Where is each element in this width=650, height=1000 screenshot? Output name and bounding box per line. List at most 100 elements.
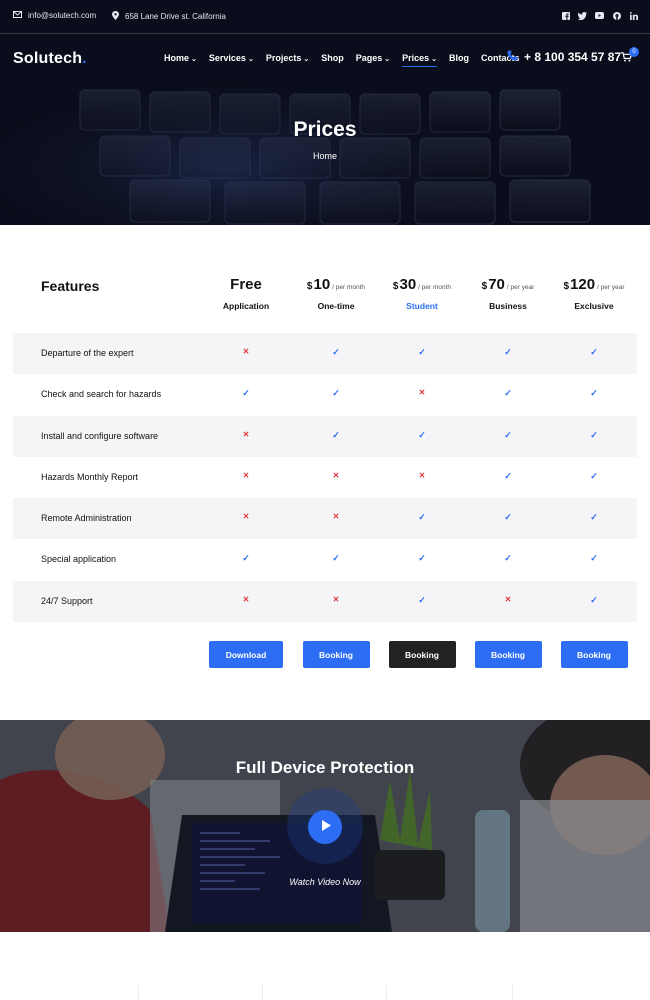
price-amount: 70 <box>488 276 505 293</box>
check-icon: ✓ <box>242 553 250 564</box>
youtube-icon[interactable] <box>595 11 604 20</box>
linkedin-icon[interactable] <box>629 11 638 20</box>
play-video-button[interactable] <box>308 810 342 844</box>
cross-icon: ✕ <box>332 512 340 522</box>
feature-row: Remote Administration ✕ ✕ ✓ ✓ ✓ <box>13 498 637 540</box>
nav-item-prices[interactable]: Prices ⌄ <box>402 53 437 67</box>
phone-number: + 8 100 354 57 87 <box>524 50 622 64</box>
price-period: / per year <box>506 284 535 291</box>
check-icon: ✓ <box>418 594 426 605</box>
feature-row: Hazards Monthly Report ✕ ✕ ✕ ✓ ✓ <box>13 457 637 498</box>
price-period: / per year <box>597 284 625 291</box>
check-icon: ✓ <box>418 553 426 564</box>
site-logo[interactable]: Solutech. <box>13 50 87 68</box>
cross-icon: ✕ <box>332 470 340 480</box>
check-icon: ✓ <box>418 429 426 440</box>
booking-button[interactable]: Booking <box>388 641 456 668</box>
booking-button[interactable]: Booking <box>474 641 542 668</box>
price-period: / per month <box>418 284 452 291</box>
logo-dot: . <box>82 50 87 67</box>
plan-header-1: Free Application <box>196 276 296 311</box>
email-link[interactable]: info@solutech.com <box>13 11 96 20</box>
chevron-down-icon: ⌄ <box>247 56 254 63</box>
plan-price: $30/ per month <box>372 276 472 293</box>
nav-item-services[interactable]: Services ⌄ <box>209 53 254 63</box>
feature-name: Remote Administration <box>41 513 132 524</box>
cart-count-badge: 0 <box>629 47 639 57</box>
nav-item-projects[interactable]: Projects ⌄ <box>266 53 309 63</box>
check-icon: ✓ <box>504 512 512 523</box>
logo-text: Solutech <box>13 50 83 67</box>
cross-icon: ✕ <box>418 470 426 480</box>
breadcrumb-home[interactable]: Home <box>0 151 650 161</box>
check-icon: ✓ <box>590 347 598 357</box>
nav-item-pages[interactable]: Pages ⌄ <box>356 53 390 63</box>
plan-name: One-time <box>317 301 355 311</box>
booking-button[interactable]: Booking <box>302 641 370 668</box>
watch-video-link[interactable]: Watch Video Now <box>0 877 650 887</box>
cross-icon: ✕ <box>418 388 426 398</box>
price-amount: 120 <box>570 276 596 293</box>
plan-price: $70/ per year <box>458 276 558 293</box>
price-period: / per month <box>332 284 366 291</box>
check-icon: ✓ <box>590 553 598 564</box>
check-icon: ✓ <box>590 470 598 481</box>
nav-item-label: Services <box>208 53 246 63</box>
feature-name: Departure of the expert <box>41 348 134 358</box>
check-icon: ✓ <box>590 512 598 523</box>
booking-button[interactable]: Booking <box>560 641 628 668</box>
plan-price: Free <box>196 276 296 293</box>
feature-row: Install and configure software ✕ ✓ ✓ ✓ ✓ <box>13 415 637 457</box>
cart-button[interactable]: 0 <box>621 47 639 65</box>
hero-banner: info@solutech.com 658 Lane Drive st. Cal… <box>0 0 650 225</box>
feature-row: Departure of the expert ✕ ✓ ✓ ✓ ✓ <box>13 333 637 375</box>
social-links <box>561 11 638 20</box>
nav-item-home[interactable]: Home ⌄ <box>164 53 197 63</box>
plan-price: $120/ per year <box>544 276 644 293</box>
feature-name: Special application <box>41 554 117 565</box>
chevron-down-icon: ⌄ <box>191 56 197 63</box>
check-icon: ✓ <box>590 594 598 605</box>
top-contact-bar: info@solutech.com 658 Lane Drive st. Cal… <box>0 0 650 34</box>
nav-item-shop[interactable]: Shop <box>321 53 344 63</box>
phone-link[interactable]: + 8 100 354 57 87 <box>507 50 621 64</box>
check-icon: ✓ <box>332 388 340 399</box>
nav-item-label: Projects <box>265 53 302 63</box>
twitter-icon[interactable] <box>578 11 587 20</box>
map-pin-icon <box>112 11 119 22</box>
price-amount: 30 <box>399 276 417 293</box>
address: 658 Lane Drive st. California <box>112 11 226 22</box>
nav-item-label: Shop <box>321 53 344 63</box>
cross-icon: ✕ <box>504 594 512 604</box>
download-button[interactable]: Download <box>209 641 283 668</box>
play-icon <box>322 820 331 834</box>
check-icon: ✓ <box>504 388 512 399</box>
cross-icon: ✕ <box>242 594 250 604</box>
facebook-icon[interactable] <box>561 11 570 20</box>
plan-name: Student <box>406 301 438 311</box>
video-section: Full Device Protection Watch Video Now <box>0 720 650 932</box>
price-amount: 10 <box>313 276 331 293</box>
github-icon[interactable] <box>612 11 621 20</box>
currency-symbol: $ <box>563 281 570 292</box>
plan-header-4: $70/ per year Business <box>458 276 558 311</box>
plan-header-2: $10/ per month One-time <box>286 276 386 311</box>
bottom-dividers <box>0 985 650 1000</box>
address-text: 658 Lane Drive st. California <box>125 12 226 21</box>
phone-icon <box>507 50 518 64</box>
cross-icon: ✕ <box>242 470 250 480</box>
plan-name: Exclusive <box>574 301 614 311</box>
check-icon: ✓ <box>504 347 512 357</box>
check-icon: ✓ <box>590 429 598 440</box>
feature-row: Check and search for hazards ✓ ✓ ✕ ✓ ✓ <box>13 374 637 415</box>
cross-icon: ✕ <box>242 347 250 356</box>
feature-name: Install and configure software <box>41 430 159 441</box>
video-section-title: Full Device Protection <box>235 758 415 777</box>
page-title: Prices <box>293 118 357 141</box>
features-heading: Features <box>41 278 100 294</box>
currency-symbol: $ <box>306 281 313 292</box>
check-icon: ✓ <box>332 429 340 440</box>
chevron-down-icon: ⌄ <box>303 56 310 63</box>
nav-item-blog[interactable]: Blog <box>449 53 469 63</box>
check-icon: ✓ <box>504 470 512 481</box>
